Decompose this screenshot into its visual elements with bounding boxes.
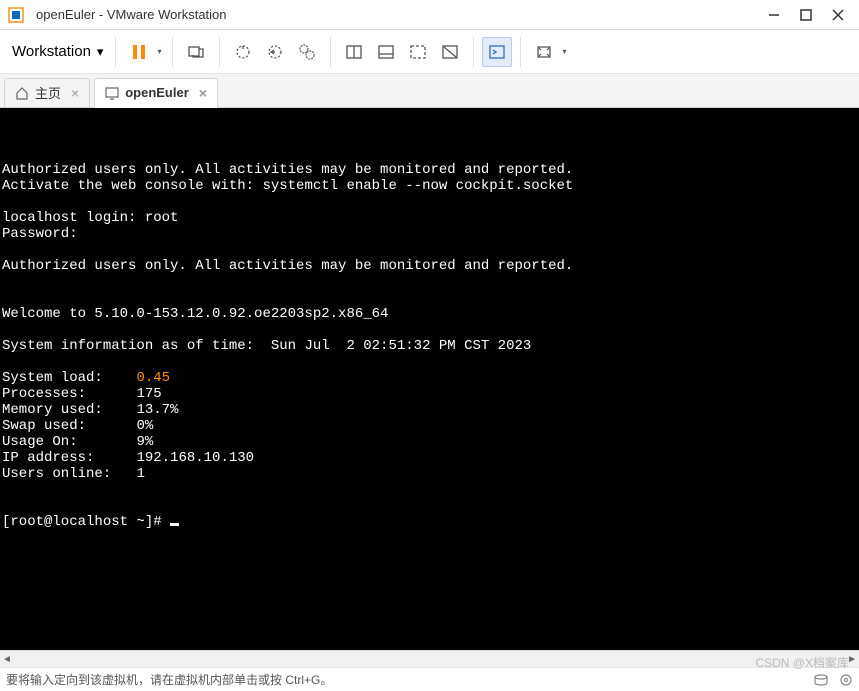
- snapshot-revert-button[interactable]: [260, 37, 290, 67]
- window-controls: [767, 8, 845, 22]
- tab-strip: 主页 × openEuler ×: [0, 74, 859, 108]
- stat-label: IP address:: [2, 450, 94, 466]
- stat-label: Swap used:: [2, 418, 86, 434]
- stat-value: 175: [136, 386, 161, 402]
- stretch-dropdown[interactable]: ▾: [559, 37, 569, 67]
- send-ctrl-alt-del-button[interactable]: [181, 37, 211, 67]
- horizontal-scrollbar[interactable]: ◄ ►: [0, 650, 859, 667]
- term-line: Authorized users only. All activities ma…: [2, 258, 573, 274]
- tab-home-label: 主页: [35, 83, 61, 102]
- term-line: Welcome to 5.10.0-153.12.0.92.oe2203sp2.…: [2, 306, 388, 322]
- workstation-menu-label: Workstation: [12, 43, 91, 60]
- term-line: localhost login: root: [2, 210, 178, 226]
- terminal[interactable]: Authorized users only. All activities ma…: [0, 108, 859, 650]
- tab-openeuler-label: openEuler: [125, 85, 189, 100]
- status-bar: 要将输入定向到该虚拟机，请在虚拟机内部单击或按 Ctrl+G。: [0, 667, 859, 691]
- tab-home[interactable]: 主页 ×: [4, 78, 90, 108]
- stat-value: 9%: [136, 434, 153, 450]
- cursor-icon: [170, 523, 179, 526]
- minimize-button[interactable]: [767, 8, 781, 22]
- tab-home-close[interactable]: ×: [71, 85, 79, 101]
- stat-label: Users online:: [2, 466, 111, 482]
- titlebar: openEuler - VMware Workstation: [0, 0, 859, 30]
- scroll-right-icon[interactable]: ►: [847, 654, 857, 665]
- stat-value: 1: [136, 466, 144, 482]
- tab-openeuler[interactable]: openEuler ×: [94, 78, 218, 108]
- workstation-menu[interactable]: Workstation ▾: [8, 41, 107, 62]
- disk-icon[interactable]: [813, 674, 829, 686]
- tab-openeuler-close[interactable]: ×: [199, 85, 207, 101]
- toolbar-separator: [330, 37, 331, 67]
- toolbar: Workstation ▾ ▾ ▾: [0, 30, 859, 74]
- layout-sidebyside-button[interactable]: [339, 37, 369, 67]
- term-line: Password:: [2, 226, 78, 242]
- layout-stacked-button[interactable]: [371, 37, 401, 67]
- status-message: 要将输入定向到该虚拟机，请在虚拟机内部单击或按 Ctrl+G。: [6, 671, 813, 688]
- stat-value: 0.45: [136, 370, 170, 386]
- stat-value: 192.168.10.130: [136, 450, 254, 466]
- vmware-app-icon: [8, 7, 24, 23]
- pause-dropdown[interactable]: ▾: [154, 37, 164, 67]
- maximize-button[interactable]: [799, 8, 813, 22]
- close-button[interactable]: [831, 8, 845, 22]
- stat-label: System load:: [2, 370, 103, 386]
- term-prompt: [root@localhost ~]#: [2, 514, 170, 530]
- scroll-left-icon[interactable]: ◄: [2, 654, 12, 665]
- vm-icon: [105, 86, 119, 100]
- unity-button[interactable]: [435, 37, 465, 67]
- toolbar-separator: [219, 37, 220, 67]
- chevron-down-icon: ▾: [97, 44, 104, 60]
- stat-value: 0%: [136, 418, 153, 434]
- snapshot-take-button[interactable]: [228, 37, 258, 67]
- console-view-button[interactable]: [482, 37, 512, 67]
- terminal-container: Authorized users only. All activities ma…: [0, 108, 859, 667]
- stat-label: Usage On:: [2, 434, 78, 450]
- toolbar-separator: [115, 37, 116, 67]
- window-title: openEuler - VMware Workstation: [36, 7, 767, 22]
- stat-value: 13.7%: [136, 402, 178, 418]
- term-line: Activate the web console with: systemctl…: [2, 178, 573, 194]
- home-icon: [15, 86, 29, 100]
- term-line: System information as of time: Sun Jul 2…: [2, 338, 531, 354]
- term-line: Authorized users only. All activities ma…: [2, 162, 573, 178]
- stretch-button[interactable]: [529, 37, 559, 67]
- fullscreen-button[interactable]: [403, 37, 433, 67]
- toolbar-separator: [172, 37, 173, 67]
- pause-button[interactable]: [124, 37, 154, 67]
- toolbar-separator: [520, 37, 521, 67]
- stat-label: Processes:: [2, 386, 86, 402]
- snapshot-manager-button[interactable]: [292, 37, 322, 67]
- stat-label: Memory used:: [2, 402, 103, 418]
- toolbar-separator: [473, 37, 474, 67]
